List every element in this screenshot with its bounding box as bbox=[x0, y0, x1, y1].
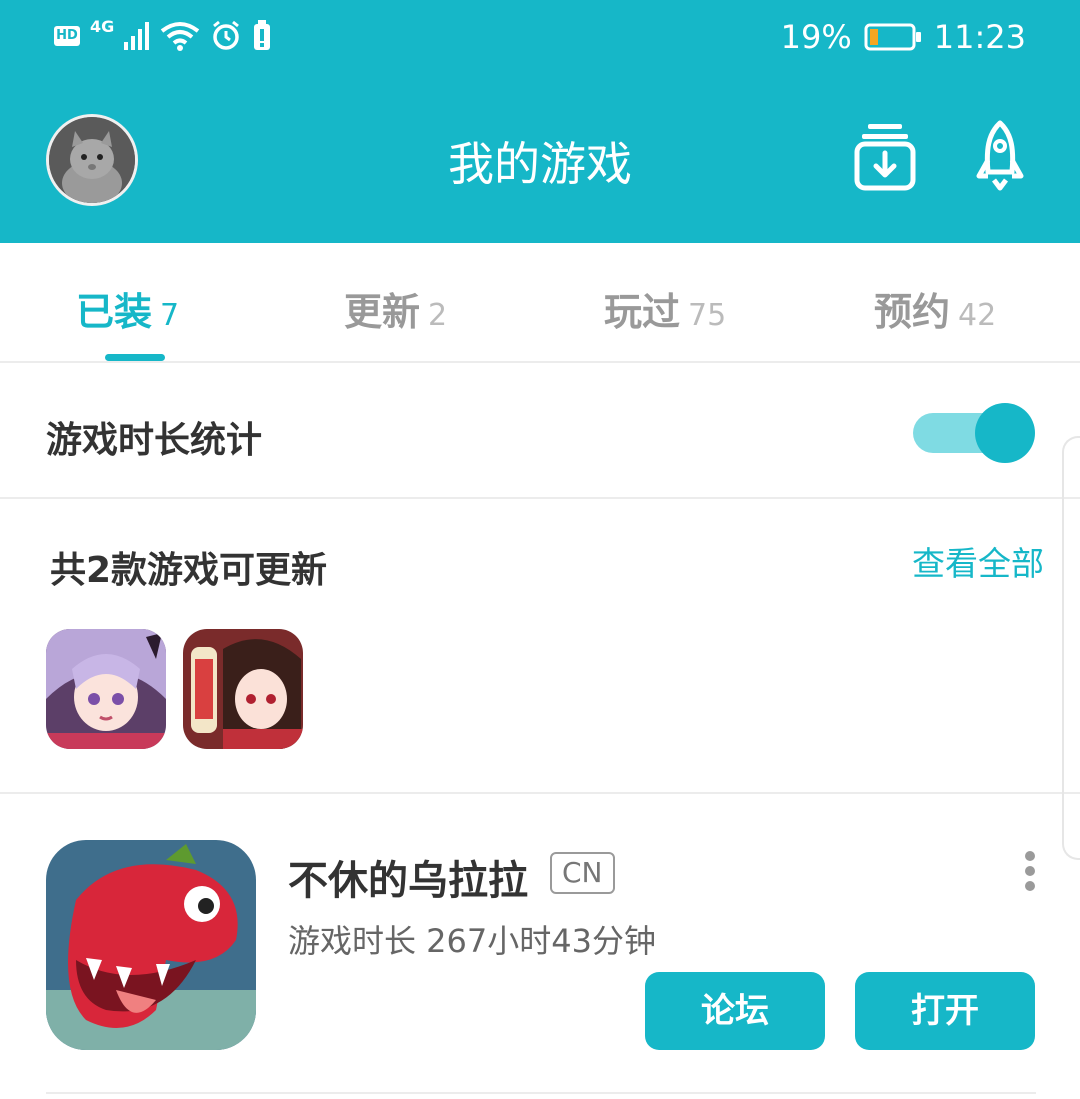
updates-title: 共2款游戏可更新 bbox=[50, 550, 328, 591]
battery-percent: 19% bbox=[780, 18, 852, 56]
status-left: HD 4G bbox=[54, 16, 272, 52]
side-edge-handle[interactable] bbox=[1062, 436, 1080, 860]
page-title: 我的游戏 bbox=[448, 137, 632, 191]
card-divider bbox=[46, 1092, 1036, 1094]
rocket-icon bbox=[976, 120, 1024, 191]
wifi-icon bbox=[161, 22, 200, 51]
network-type: 4G bbox=[90, 16, 115, 36]
update-game-icon[interactable] bbox=[183, 629, 303, 749]
tab-updates[interactable]: 更新 2 bbox=[344, 281, 447, 336]
download-box-icon bbox=[854, 124, 916, 191]
forum-button[interactable]: 论坛 bbox=[645, 972, 825, 1050]
toggle-knob bbox=[975, 403, 1035, 463]
tab-count: 75 bbox=[688, 298, 727, 333]
tab-count: 2 bbox=[428, 298, 448, 333]
play-time-stats-toggle[interactable] bbox=[913, 403, 1035, 463]
tab-installed[interactable]: 已装 7 bbox=[76, 281, 179, 336]
region-tag: CN bbox=[550, 852, 615, 894]
more-options-button[interactable] bbox=[1018, 850, 1042, 892]
view-all-link[interactable]: 查看全部 bbox=[912, 537, 1044, 585]
hd-badge-icon: HD bbox=[54, 26, 80, 46]
clock: 11:23 bbox=[933, 18, 1026, 56]
play-time-stats-row: 游戏时长统计 bbox=[0, 363, 1080, 499]
game-icon[interactable] bbox=[46, 840, 256, 1050]
anime-girl-game-icon bbox=[46, 629, 166, 749]
tab-bar: 已装 7 更新 2 玩过 75 预约 42 bbox=[0, 243, 1080, 363]
tab-label: 已装 bbox=[76, 290, 153, 334]
play-time-stats-label: 游戏时长统计 bbox=[46, 420, 263, 461]
battery-icon bbox=[864, 23, 921, 51]
signal-icon bbox=[124, 22, 150, 50]
red-dragon-game-icon bbox=[46, 840, 256, 1050]
tab-reserved[interactable]: 预约 42 bbox=[874, 281, 996, 336]
tab-label: 玩过 bbox=[604, 290, 681, 334]
tab-played[interactable]: 玩过 75 bbox=[604, 281, 726, 336]
updates-section: 共2款游戏可更新 查看全部 bbox=[0, 499, 1080, 794]
game-play-time: 游戏时长 267小时43分钟 bbox=[288, 922, 656, 960]
alarm-icon bbox=[213, 20, 240, 50]
game-name: 不休的乌拉拉 bbox=[288, 858, 528, 904]
open-button[interactable]: 打开 bbox=[855, 972, 1035, 1050]
anime-shrine-girl-game-icon bbox=[183, 629, 303, 749]
installed-game-card: 不休的乌拉拉 CN 游戏时长 267小时43分钟 论坛 打开 bbox=[0, 794, 1080, 1099]
vertical-dots-icon bbox=[1025, 851, 1035, 891]
active-tab-indicator bbox=[105, 354, 165, 361]
status-right: 19% 11:23 bbox=[781, 18, 1026, 56]
download-manager-button[interactable] bbox=[854, 120, 916, 196]
update-game-icon[interactable] bbox=[46, 629, 166, 749]
tab-label: 更新 bbox=[344, 290, 421, 334]
tab-count: 42 bbox=[958, 298, 997, 333]
accelerate-button[interactable] bbox=[976, 120, 1024, 196]
tab-label: 预约 bbox=[874, 290, 951, 334]
tab-count: 7 bbox=[160, 298, 180, 333]
app-header: HD 4G 19% 11:23 我的游戏 bbox=[0, 0, 1080, 243]
warning-battery-icon bbox=[254, 20, 271, 50]
status-bar: HD 4G 19% 11:23 bbox=[0, 0, 1080, 80]
